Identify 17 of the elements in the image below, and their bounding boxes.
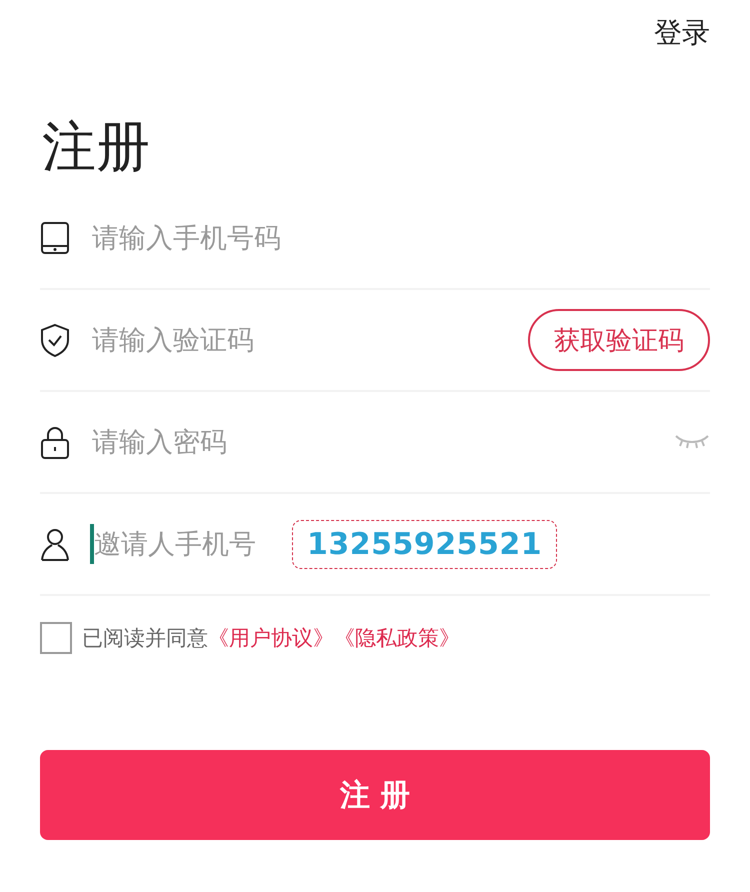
policy-link[interactable]: 《隐私政策》 bbox=[334, 624, 460, 652]
password-field[interactable]: 请输入密码 bbox=[92, 426, 392, 458]
phone-field[interactable]: 请输入手机号码 bbox=[92, 222, 392, 254]
code-field[interactable]: 请输入验证码 bbox=[92, 324, 392, 356]
page-title: 注册 bbox=[42, 114, 151, 180]
policy-link[interactable]: 《用户协议》 bbox=[208, 624, 334, 652]
tablet-icon bbox=[40, 220, 70, 256]
padlock-icon bbox=[40, 424, 70, 460]
phone-number-note: 13255925521 bbox=[292, 520, 558, 568]
invite-field[interactable]: 邀请人手机号 bbox=[94, 528, 274, 560]
login-link[interactable]: 登录 bbox=[654, 14, 710, 52]
agree-checkbox[interactable] bbox=[40, 622, 72, 654]
register-button[interactable]: 注 册 bbox=[40, 750, 710, 840]
get-code-button[interactable]: 获取验证码 bbox=[528, 309, 710, 371]
person-icon bbox=[40, 526, 70, 562]
agreement-text: 已阅读并同意 bbox=[82, 625, 208, 652]
shield-check-icon bbox=[40, 322, 70, 358]
